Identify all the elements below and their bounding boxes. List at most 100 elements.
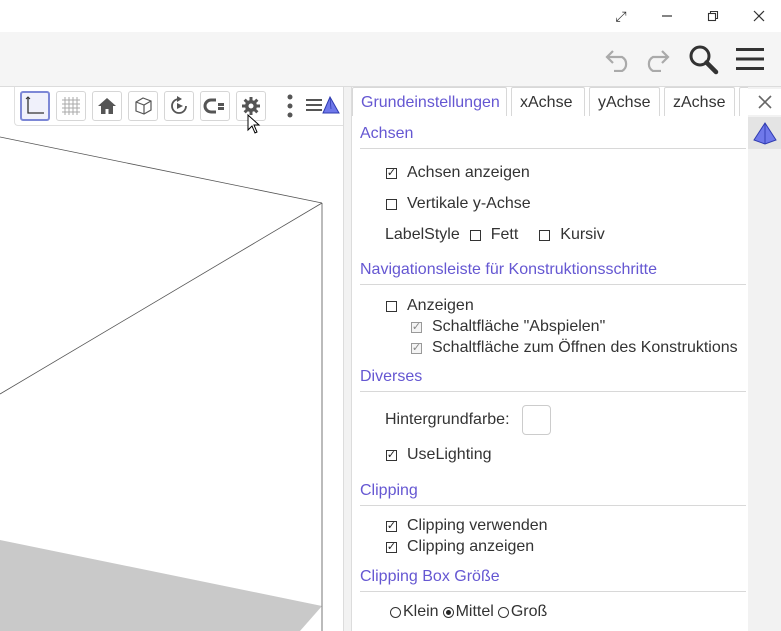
section-divider — [360, 591, 746, 592]
show-axes-button[interactable] — [20, 91, 50, 121]
panel-splitter[interactable] — [343, 87, 352, 631]
show-axes-row[interactable]: ✓ Achsen anzeigen — [386, 164, 530, 182]
size-large-radio[interactable] — [497, 606, 509, 618]
use-lighting-label: UseLighting — [407, 446, 492, 463]
axes-icon — [25, 96, 44, 114]
search-icon — [689, 45, 719, 75]
open-button-label: Schaltfläche zum Öffnen des Konstruktion… — [432, 339, 738, 356]
open-button-row[interactable]: ✓ Schaltfläche zum Öffnen des Konstrukti… — [411, 339, 738, 357]
open-button-checkbox[interactable]: ✓ — [411, 342, 422, 354]
use-clipping-row[interactable]: ✓ Clipping verwenden — [386, 517, 548, 535]
labelstyle-label: LabelStyle — [385, 226, 460, 243]
show-grid-button[interactable] — [56, 91, 86, 121]
more-options-button[interactable] — [284, 91, 296, 121]
show-clipping-label: Clipping anzeigen — [407, 538, 535, 555]
nav-show-row[interactable]: Anzeigen — [386, 297, 474, 315]
tab-yachse[interactable]: yAchse — [589, 87, 660, 116]
vertical-y-axis-row[interactable]: Vertikale y-Achse — [386, 195, 531, 213]
background-color-swatch[interactable] — [521, 405, 551, 435]
hamburger-menu-icon — [736, 48, 764, 70]
bold-label: Fett — [490, 226, 519, 243]
size-large-label: Groß — [510, 603, 548, 620]
undo-button[interactable] — [602, 32, 636, 86]
properties-tabs: Grundeinstellungen xAchse yAchse zAchse — [352, 87, 759, 117]
vertical-y-axis-checkbox[interactable] — [386, 198, 397, 210]
clipping-box-canvas — [0, 136, 323, 631]
view-3d-selector[interactable] — [748, 117, 781, 149]
graphics-3d-view[interactable] — [0, 87, 343, 631]
background-color-row: Hintergrundfarbe: — [385, 405, 551, 435]
labelstyle-row: LabelStyle Fett Kursiv — [385, 226, 605, 244]
show-axes-label: Achsen anzeigen — [407, 164, 530, 181]
clipping-box-edge — [0, 202, 323, 395]
rotate-play-icon — [171, 96, 187, 114]
close-window-button[interactable] — [736, 0, 781, 32]
minimize-button[interactable] — [644, 0, 690, 32]
panel-side-strip — [748, 87, 781, 631]
grid-icon — [62, 97, 80, 115]
redo-button[interactable] — [639, 32, 673, 86]
nav-show-checkbox[interactable] — [386, 300, 397, 312]
tab-zachse[interactable]: zAchse — [664, 87, 735, 116]
app-header — [0, 32, 781, 87]
italic-label: Kursiv — [560, 226, 605, 243]
show-axes-checkbox[interactable]: ✓ — [386, 167, 397, 179]
home-icon — [98, 98, 116, 114]
use-clipping-checkbox[interactable]: ✓ — [386, 520, 397, 532]
play-button-checkbox[interactable]: ✓ — [411, 321, 422, 333]
use-lighting-checkbox[interactable]: ✓ — [386, 449, 397, 461]
vertical-y-axis-label: Vertikale y-Achse — [407, 195, 531, 212]
background-color-label: Hintergrundfarbe: — [385, 411, 510, 428]
mouse-cursor-icon — [247, 114, 261, 134]
clipping-box-edge — [0, 136, 323, 204]
section-title-diverses: Diverses — [360, 368, 423, 385]
section-title-clipping: Clipping — [360, 482, 418, 499]
clipping-box-size-options: Klein Mittel Groß — [390, 603, 547, 621]
section-title-clipping-box: Clipping Box Größe — [360, 568, 500, 585]
show-clipping-checkbox[interactable]: ✓ — [386, 541, 397, 553]
undo-icon — [605, 50, 628, 72]
section-title-navigation: Navigationsleiste für Konstruktionsschri… — [360, 261, 658, 278]
view-direction-button[interactable] — [128, 91, 158, 121]
close-icon — [757, 95, 772, 109]
projection-button[interactable] — [200, 91, 230, 121]
close-icon — [753, 10, 765, 22]
size-small-label: Klein — [403, 603, 439, 620]
size-medium-radio[interactable] — [442, 606, 454, 618]
restore-icon — [707, 10, 719, 22]
italic-checkbox[interactable] — [539, 229, 551, 241]
close-panel-button[interactable] — [748, 89, 781, 115]
section-divider — [360, 505, 746, 506]
more-vertical-icon — [287, 94, 293, 118]
section-divider — [360, 148, 746, 149]
use-clipping-label: Clipping verwenden — [407, 517, 548, 534]
tab-grundeinstellungen[interactable]: Grundeinstellungen — [352, 87, 507, 116]
size-small-radio[interactable] — [390, 606, 401, 618]
properties-panel: Grundeinstellungen xAchse yAchse zAchse … — [352, 87, 781, 631]
use-lighting-row[interactable]: ✓ UseLighting — [386, 446, 492, 464]
rotate-view-button[interactable] — [164, 91, 194, 121]
search-button[interactable] — [684, 32, 722, 86]
xy-plane — [0, 540, 322, 631]
minimize-icon — [662, 15, 672, 17]
section-divider — [360, 284, 746, 285]
redo-icon — [647, 50, 670, 72]
main-menu-button[interactable] — [731, 32, 769, 86]
play-button-label: Schaltfläche "Abspielen" — [432, 318, 606, 335]
section-divider — [360, 391, 746, 392]
bold-checkbox[interactable] — [469, 229, 481, 241]
tab-xachse[interactable]: xAchse — [511, 87, 585, 116]
view-menu-button[interactable] — [304, 91, 342, 121]
show-clipping-row[interactable]: ✓ Clipping anzeigen — [386, 538, 534, 556]
projection-icon — [203, 98, 224, 114]
pyramid-3d-icon — [752, 122, 777, 145]
fullscreen-button[interactable]: ⤢ — [598, 0, 644, 32]
nav-show-label: Anzeigen — [407, 297, 474, 314]
standard-view-button[interactable] — [92, 91, 122, 121]
play-button-row[interactable]: ✓ Schaltfläche "Abspielen" — [411, 318, 605, 336]
section-title-achsen: Achsen — [360, 125, 414, 142]
restore-button[interactable] — [690, 0, 736, 32]
gear-icon — [242, 97, 260, 115]
view-3d-menu-icon — [306, 95, 340, 114]
cube-icon — [135, 97, 152, 115]
